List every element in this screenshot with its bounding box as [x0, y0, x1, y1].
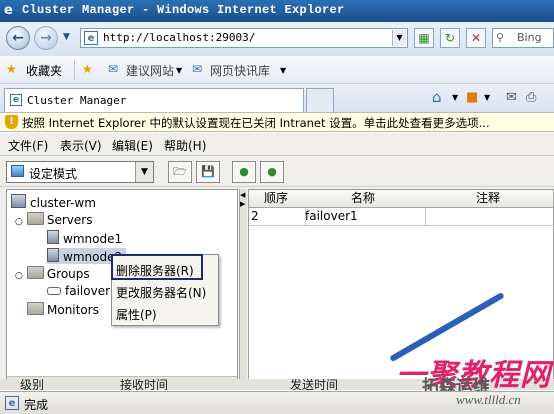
favorites-bar: ★ 收藏夹 ★ ✉ 建议网站 ▼ ✉ 网页快讯库 ▼ [0, 56, 554, 84]
address-field[interactable]: e http://localhost:29003/ ▼ [80, 28, 408, 48]
read-mail-icon[interactable]: ✉ [506, 90, 517, 105]
column-header-comment[interactable]: 注释 [423, 190, 554, 208]
suggested-sites-icon: ✉ [108, 62, 119, 76]
tree-node-monitors[interactable]: Monitors [27, 302, 99, 317]
page-icon: e [84, 31, 98, 45]
tree-node-server[interactable]: wmnode1 [47, 230, 122, 246]
menu-edit[interactable]: 编辑(E) [112, 137, 153, 154]
home-dropdown-icon[interactable]: ▼ [452, 93, 458, 102]
folder-icon [26, 212, 44, 225]
page-icon: e [5, 396, 19, 410]
feeds-icon[interactable]: ■ [466, 90, 478, 105]
mode-icon [11, 165, 24, 177]
favorites-button[interactable]: 收藏夹 [26, 62, 62, 79]
pane-splitter[interactable]: ◀ ▶ [239, 189, 247, 389]
window-title: Cluster Manager - Windows Internet Explo… [22, 3, 345, 17]
information-bar[interactable]: ! 按照 Internet Explorer 中的默认设置现在已关闭 Intra… [0, 112, 554, 132]
collapse-right-icon[interactable]: ▶ [240, 200, 245, 208]
search-box[interactable]: ⚲ Bing [492, 28, 554, 48]
tree-node-label: Groups [46, 267, 90, 281]
address-url: http://localhost:29003/ [103, 31, 256, 44]
context-menu-highlight [111, 254, 203, 280]
tree-node-label: cluster-wm [30, 196, 96, 210]
suggested-sites-dropdown-icon[interactable]: ▼ [176, 66, 182, 75]
tree-node-label: Monitors [47, 303, 99, 317]
tree-expander-icon[interactable]: ○ [15, 271, 23, 281]
tab-cluster-manager[interactable]: e Cluster Manager [4, 88, 304, 112]
title-bar: e Cluster Manager - Windows Internet Exp… [0, 0, 554, 22]
suggested-sites-link[interactable]: 建议网站 [126, 62, 174, 79]
tab-title: Cluster Manager [27, 94, 127, 107]
column-header-sent-time[interactable]: 发送时间 [290, 379, 338, 390]
tree-node-label: Servers [46, 213, 93, 227]
menu-item-properties[interactable]: 属性(P) [116, 305, 212, 325]
menu-item-rename-server[interactable]: 更改服务器名(N) [116, 283, 212, 303]
column-header-received-time[interactable]: 接收时间 [120, 379, 168, 390]
shield-warning-icon: ! [5, 115, 18, 129]
divider [74, 60, 75, 80]
ie-icon: e [4, 3, 13, 18]
group-icon [47, 287, 61, 295]
mode-select[interactable]: 设定模式 ▼ [6, 161, 154, 183]
web-slice-dropdown-icon[interactable]: ▼ [280, 66, 286, 75]
search-engine-label: Bing [517, 31, 542, 44]
tree-node-cluster[interactable]: cluster-wm [11, 194, 96, 210]
column-header-name[interactable]: 名称 [303, 190, 424, 208]
tree-node-servers[interactable]: ○ Servers [15, 212, 92, 227]
tree-node-label: failover1 [65, 284, 118, 298]
menu-bar: 文件(F) 表示(V) 编辑(E) 帮助(H) [0, 133, 554, 155]
tree-node-label: wmnode1 [63, 232, 123, 246]
status-text: 完成 [24, 398, 49, 412]
feeds-dropdown-icon[interactable]: ▼ [484, 93, 490, 102]
compatibility-view-icon[interactable]: ▦ [414, 28, 434, 48]
tab-row: e Cluster Manager ⌂ ▼ ■ ▼ ✉ ⎙ [0, 84, 554, 112]
column-header-order[interactable]: 顺序 [249, 190, 304, 208]
search-icon: ⚲ [496, 31, 505, 44]
tree-expander-icon[interactable]: ○ [15, 217, 23, 227]
home-icon[interactable]: ⌂ [432, 88, 442, 106]
mode-value: 设定模式 [29, 167, 78, 181]
folder-icon [26, 266, 44, 279]
new-tab-button[interactable] [306, 88, 334, 112]
watermark-url: www.tllld.cn [456, 392, 521, 407]
stop-server-button[interactable]: ● [260, 161, 284, 183]
navigation-bar: ← → ▼ e http://localhost:29003/ ▼ ▦ ↻ ✕ … [0, 22, 554, 56]
open-folder-button[interactable]: 🗁 [168, 161, 192, 183]
server-icon [47, 230, 59, 244]
forward-button[interactable]: → [34, 26, 58, 50]
stop-icon[interactable]: ✕ [466, 28, 486, 48]
cell-order[interactable]: 2 [249, 208, 306, 226]
print-icon[interactable]: ⎙ [526, 90, 536, 105]
toolbar: 设定模式 ▼ 🗁 💾 ● ● [0, 155, 554, 187]
web-slice-icon: ✉ [192, 62, 203, 76]
back-button[interactable]: ← [6, 26, 30, 50]
cell-comment[interactable] [423, 208, 554, 226]
history-dropdown-icon[interactable]: ▼ [63, 32, 70, 42]
information-bar-text: 按照 Internet Explorer 中的默认设置现在已关闭 Intrane… [22, 116, 490, 130]
tree-node-groups[interactable]: ○ Groups [15, 266, 90, 281]
refresh-icon[interactable]: ↻ [440, 28, 460, 48]
tree-node-group[interactable]: failover1 [47, 284, 118, 298]
server-icon [47, 248, 59, 262]
save-button[interactable]: 💾 [196, 161, 220, 183]
address-dropdown-icon[interactable]: ▼ [392, 30, 406, 46]
chevron-down-icon[interactable]: ▼ [135, 162, 153, 182]
cluster-icon [11, 194, 26, 208]
collapse-left-icon[interactable]: ◀ [240, 191, 245, 199]
cell-name[interactable]: failover1 [303, 208, 426, 226]
menu-file[interactable]: 文件(F) [8, 137, 48, 154]
favorites-star-icon: ★ [6, 62, 17, 76]
folder-icon [27, 302, 44, 315]
ie-icon: e [10, 94, 22, 106]
start-server-button[interactable]: ● [232, 161, 256, 183]
web-slice-gallery-link[interactable]: 网页快讯库 [210, 62, 270, 79]
menu-view[interactable]: 表示(V) [60, 137, 102, 154]
column-header-level[interactable]: 级别 [20, 379, 44, 390]
add-favorites-icon[interactable]: ★ [82, 62, 93, 76]
menu-help[interactable]: 帮助(H) [164, 137, 206, 154]
